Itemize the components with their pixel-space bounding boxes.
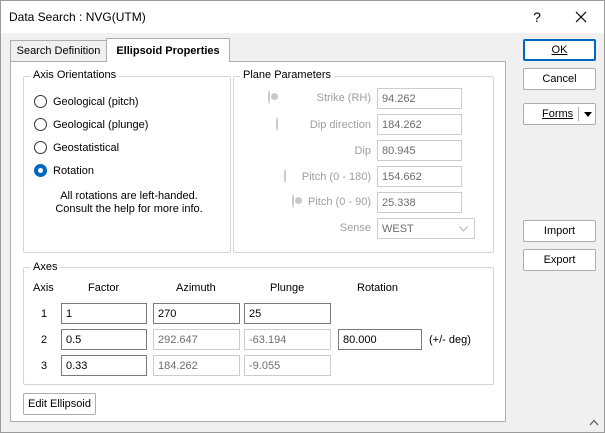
pitch-180-label: Pitch (0 - 180) — [301, 171, 371, 183]
azimuth-value-3: 184.262 — [153, 355, 240, 376]
axis-number: 1 — [41, 308, 48, 320]
rotation-input[interactable]: 80.000 — [338, 329, 422, 350]
pitch-180-field[interactable]: 154.662 — [377, 166, 462, 187]
radio-strike[interactable] — [268, 90, 270, 104]
plunge-input-1[interactable]: 25 — [244, 303, 331, 324]
close-button[interactable] — [559, 1, 603, 33]
radio-dip-direction[interactable] — [276, 117, 278, 131]
dropdown-arrow-icon[interactable] — [584, 112, 592, 117]
radio-label: Rotation — [53, 164, 94, 177]
tab-ellipsoid-properties[interactable]: Ellipsoid Properties — [106, 38, 230, 62]
factor-input-2[interactable]: 0.5 — [61, 329, 147, 350]
radio-circle — [34, 141, 47, 154]
radio-geological-pitch[interactable]: Geological (pitch) — [34, 95, 139, 108]
rotation-note-line2: Consult the help for more info. — [55, 203, 203, 215]
radio-label: Geological (pitch) — [53, 95, 139, 108]
ok-label: OK — [551, 44, 568, 56]
axis-number: 3 — [41, 360, 48, 372]
split-divider — [578, 107, 579, 121]
forms-label: Forms — [542, 108, 574, 120]
dialog-window: Data Search : NVG(UTM) ? Search Definiti… — [0, 0, 605, 433]
export-button[interactable]: Export — [523, 249, 596, 271]
factor-input-3[interactable]: 0.33 — [61, 355, 147, 376]
header-plunge: Plunge — [270, 282, 305, 294]
radio-geostatistical[interactable]: Geostatistical — [34, 141, 119, 154]
pitch-90-label: Pitch (0 - 90) — [308, 196, 371, 208]
strike-field[interactable]: 94.262 — [377, 88, 462, 109]
sense-select[interactable]: WEST — [377, 218, 475, 239]
close-icon — [575, 11, 587, 23]
tab-search-definition[interactable]: Search Definition — [10, 40, 107, 62]
sense-value: WEST — [382, 222, 414, 235]
axes-title: Axes — [30, 261, 61, 273]
pitch-90-field[interactable]: 25.338 — [377, 192, 462, 213]
import-button[interactable]: Import — [523, 220, 596, 242]
azimuth-value-2: 292.647 — [153, 329, 240, 350]
cancel-button[interactable]: Cancel — [523, 68, 596, 90]
ellipsoid-properties-panel: Axis Orientations Geological (pitch) Geo… — [10, 61, 506, 422]
azimuth-input-1[interactable]: 270 — [153, 303, 240, 324]
edit-ellipsoid-button[interactable]: Edit Ellipsoid — [23, 393, 96, 415]
radio-label: Geostatistical — [53, 141, 120, 154]
help-button[interactable]: ? — [515, 1, 559, 33]
radio-circle-selected — [34, 164, 47, 177]
strike-label: Strike (RH) — [316, 92, 371, 104]
radio-label: Geological (plunge) — [53, 118, 149, 131]
header-azimuth: Azimuth — [176, 282, 216, 294]
factor-input-1[interactable]: 1 — [61, 303, 147, 324]
dip-direction-label: Dip direction — [309, 119, 371, 131]
radio-circle — [34, 118, 47, 131]
ok-button[interactable]: OK — [523, 39, 596, 61]
dip-direction-field[interactable]: 184.262 — [377, 114, 462, 135]
rotation-note-line1: All rotations are left-handed. — [60, 190, 198, 202]
axis-number: 2 — [41, 334, 48, 346]
chevron-up-icon[interactable] — [589, 419, 599, 426]
rotation-unit: (+/- deg) — [429, 334, 471, 346]
rotation-note: All rotations are left-handed. Consult t… — [34, 190, 224, 216]
dip-field[interactable]: 80.945 — [377, 140, 462, 161]
axis-orientations-title: Axis Orientations — [30, 69, 120, 81]
import-label: Import — [543, 225, 576, 237]
plunge-value-3: -9.055 — [244, 355, 331, 376]
dip-label: Dip — [354, 145, 371, 157]
header-factor: Factor — [88, 282, 120, 294]
radio-rotation[interactable]: Rotation — [34, 164, 94, 177]
radio-circle — [34, 95, 47, 108]
chevron-down-icon — [459, 226, 468, 232]
title-bar: Data Search : NVG(UTM) ? — [1, 1, 604, 33]
header-axis: Axis — [33, 282, 54, 294]
radio-geological-plunge[interactable]: Geological (plunge) — [34, 118, 148, 131]
plane-parameters-title: Plane Parameters — [240, 69, 335, 81]
export-label: Export — [543, 254, 576, 266]
cancel-label: Cancel — [542, 73, 577, 85]
plunge-value-2: -63.194 — [244, 329, 331, 350]
header-rotation: Rotation — [357, 282, 398, 294]
window-title: Data Search : NVG(UTM) — [9, 10, 146, 24]
sense-label: Sense — [339, 222, 371, 234]
forms-button[interactable]: Forms — [523, 103, 596, 125]
